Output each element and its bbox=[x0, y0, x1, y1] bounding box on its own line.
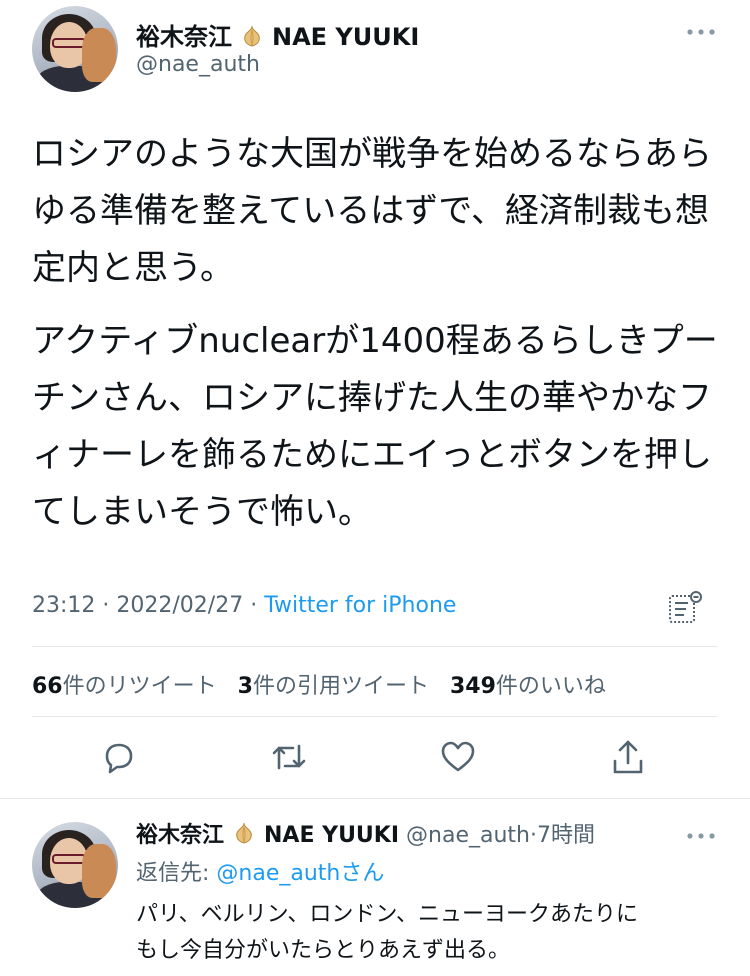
quotes-stat[interactable]: 3件の引用ツイート bbox=[238, 674, 429, 699]
reply-author-name[interactable]: 裕木奈江 bbox=[136, 823, 224, 848]
heart-icon bbox=[439, 738, 477, 780]
likes-count: 349 bbox=[449, 674, 496, 699]
like-button[interactable] bbox=[436, 737, 480, 781]
author-name-en: NAE YUUKI bbox=[272, 23, 420, 51]
quotes-label: 件の引用ツイート bbox=[252, 674, 429, 699]
replying-to: 返信先: @nae_authさん bbox=[136, 855, 384, 887]
analytics-icon[interactable] bbox=[666, 588, 704, 626]
retweet-arrows-icon bbox=[269, 738, 309, 780]
reply-text: パリ、ベルリン、ロンドン、ニューヨークあたりに もし今自分がいたらとりあえず出る… bbox=[136, 897, 726, 969]
quotes-count: 3 bbox=[237, 674, 253, 699]
tweet-date[interactable]: 2022/02/27 bbox=[116, 593, 243, 618]
likes-stat[interactable]: 349件のいいね bbox=[450, 674, 606, 699]
retweet-button[interactable] bbox=[267, 737, 311, 781]
speech-bubble-icon bbox=[99, 738, 137, 780]
tweet-time[interactable]: 23:12 bbox=[32, 593, 95, 618]
divider bbox=[32, 716, 718, 717]
retweets-label: 件のリツイート bbox=[62, 674, 217, 699]
author-display-name[interactable]: 裕木奈江 NAE YUUKI bbox=[136, 17, 419, 52]
tweet-paragraph: アクティブnuclearが1400程あるらしきプーチンさん、ロシアに捧げた人生の… bbox=[32, 321, 718, 532]
divider bbox=[0, 798, 750, 799]
reply-author-handle[interactable]: @nae_auth bbox=[406, 823, 530, 848]
reply-time-ago[interactable]: 7時間 bbox=[537, 823, 595, 848]
share-upload-icon bbox=[609, 737, 647, 781]
author-handle[interactable]: @nae_auth bbox=[136, 52, 260, 77]
tweet-meta: 23:12 · 2022/02/27 · Twitter for iPhone bbox=[32, 593, 457, 618]
divider bbox=[32, 646, 718, 647]
retweets-stat[interactable]: 66件のリツイート bbox=[32, 674, 217, 699]
share-button[interactable] bbox=[606, 737, 650, 781]
tweet-source[interactable]: Twitter for iPhone bbox=[264, 593, 456, 618]
reply-author-name-en[interactable]: NAE YUUKI bbox=[264, 823, 399, 848]
likes-label: 件のいいね bbox=[495, 674, 606, 699]
tweet-paragraph: ロシアのような大国が戦争を始めるならあらゆる準備を整えているはずで、経済制裁も想… bbox=[32, 134, 712, 288]
author-avatar[interactable] bbox=[32, 6, 118, 92]
retweets-count: 66 bbox=[32, 674, 63, 699]
reply-text-line: もし今自分がいたらとりあえず出る。 bbox=[136, 938, 511, 963]
reply-author-line: 裕木奈江 NAE YUUKI @nae_auth·7時間 bbox=[136, 821, 596, 848]
more-dots-icon[interactable] bbox=[686, 822, 716, 847]
engagement-stats: 66件のリツイート 3件の引用ツイート 349件のいいね bbox=[32, 668, 606, 700]
reply-button[interactable] bbox=[96, 737, 140, 781]
tweet-text: ロシアのような大国が戦争を始めるならあらゆる準備を整えているはずで、経済制裁も想… bbox=[32, 126, 722, 541]
onion-emoji-icon bbox=[232, 821, 256, 845]
author-name: 裕木奈江 bbox=[136, 23, 232, 51]
replying-to-suffix[interactable]: さん bbox=[340, 861, 384, 886]
replying-to-handle[interactable]: @nae_auth bbox=[216, 861, 340, 886]
replying-to-label: 返信先: bbox=[136, 861, 210, 886]
onion-emoji-icon bbox=[240, 24, 264, 48]
more-dots-icon[interactable] bbox=[686, 18, 716, 43]
reply-author-avatar[interactable] bbox=[32, 822, 118, 908]
reply-text-line: パリ、ベルリン、ロンドン、ニューヨークあたりに bbox=[136, 902, 639, 927]
